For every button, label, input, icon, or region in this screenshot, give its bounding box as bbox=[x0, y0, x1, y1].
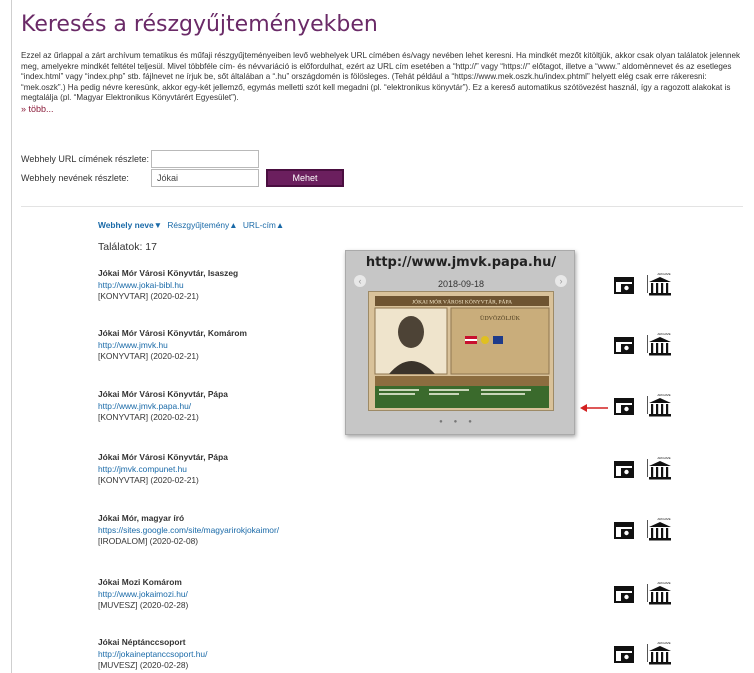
result-actions: ARCHIVE bbox=[614, 392, 674, 418]
archive-building-icon[interactable]: ARCHIVE bbox=[647, 271, 673, 297]
camera-window-icon[interactable] bbox=[614, 277, 634, 294]
preview-thumbnail[interactable]: JÓKAI MÓR VÁROSI KÖNYVTÁR, PÁPA ÜDVÖZÖLJ… bbox=[368, 291, 554, 411]
thumbnail-header-text: JÓKAI MÓR VÁROSI KÖNYVTÁR, PÁPA bbox=[412, 298, 512, 306]
carousel-dots[interactable]: ●●● bbox=[346, 419, 576, 425]
url-search-input[interactable] bbox=[151, 150, 259, 168]
result-item: Jókai Néptánccsoport http://jokaineptancc… bbox=[98, 637, 578, 672]
camera-window-icon[interactable] bbox=[614, 586, 634, 603]
archive-label: ARCHIVE bbox=[657, 456, 670, 460]
result-actions: ARCHIVE bbox=[614, 640, 674, 666]
result-actions: ARCHIVE bbox=[614, 331, 674, 357]
result-name: Jókai Mór, magyar író bbox=[98, 513, 185, 523]
archive-label: ARCHIVE bbox=[657, 393, 670, 397]
divider bbox=[21, 206, 743, 207]
result-url-link[interactable]: http://www.jokaimozi.hu/ bbox=[98, 589, 188, 599]
result-name: Jókai Mór Városi Könyvtár, Pápa bbox=[98, 452, 228, 462]
page-title: Keresés a részgyűjteményekben bbox=[21, 12, 378, 37]
result-item: Jókai Mozi Komárom http://www.jokaimozi.h… bbox=[98, 577, 578, 612]
result-meta: [IRODALOM] (2020-02-08) bbox=[98, 536, 199, 546]
camera-window-icon[interactable] bbox=[614, 398, 634, 415]
result-url-link[interactable]: http://www.jmvk.hu bbox=[98, 340, 168, 350]
result-name: Jókai Mozi Komárom bbox=[98, 577, 182, 587]
result-actions: ARCHIVE bbox=[614, 580, 674, 606]
archive-building-icon[interactable]: ARCHIVE bbox=[647, 516, 673, 542]
sort-bar: Webhely neve▼ Részgyűjtemény▲ URL-cím▲ bbox=[98, 220, 287, 230]
preview-url: http://www.jmvk.papa.hu/ bbox=[365, 255, 557, 270]
result-actions: ARCHIVE bbox=[614, 516, 674, 542]
archive-label: ARCHIVE bbox=[657, 641, 670, 645]
result-url-link[interactable]: http://jmvk.compunet.hu bbox=[98, 464, 187, 474]
result-url-link[interactable]: https://sites.google.com/site/magyarirok… bbox=[98, 525, 279, 535]
archive-label: ARCHIVE bbox=[657, 581, 670, 585]
archive-building-icon[interactable]: ARCHIVE bbox=[647, 640, 673, 666]
sort-by-name[interactable]: Webhely neve▼ bbox=[98, 220, 162, 230]
result-item: Jókai Mór, magyar író https://sites.googl… bbox=[98, 513, 578, 548]
result-url-link[interactable]: http://www.jmvk.papa.hu/ bbox=[98, 401, 191, 411]
camera-window-icon[interactable] bbox=[614, 337, 634, 354]
archive-label: ARCHIVE bbox=[657, 517, 670, 521]
result-meta: [KONYVTAR] (2020-02-21) bbox=[98, 475, 199, 485]
camera-window-icon[interactable] bbox=[614, 461, 634, 478]
next-arrow-icon[interactable]: › bbox=[555, 275, 567, 287]
archive-building-icon[interactable]: ARCHIVE bbox=[647, 331, 673, 357]
result-url-link[interactable]: http://www.jokai-bibl.hu bbox=[98, 280, 184, 290]
archive-building-icon[interactable]: ARCHIVE bbox=[647, 580, 673, 606]
result-actions: ARCHIVE bbox=[614, 271, 674, 297]
sort-by-url[interactable]: URL-cím▲ bbox=[243, 220, 284, 230]
result-url-link[interactable]: http://jokaineptanccsoport.hu/ bbox=[98, 649, 207, 659]
thumbnail-image: JÓKAI MÓR VÁROSI KÖNYVTÁR, PÁPA ÜDVÖZÖLJ… bbox=[369, 292, 553, 410]
result-name: Jókai Néptánccsoport bbox=[98, 637, 186, 647]
sort-by-collection[interactable]: Részgyűjtemény▲ bbox=[167, 220, 237, 230]
url-field-label: Webhely URL címének részlete: bbox=[21, 154, 150, 164]
red-arrow-icon bbox=[580, 404, 608, 412]
preview-date: 2018-09-18 bbox=[437, 279, 485, 289]
name-field-label: Webhely nevének részlete: bbox=[21, 173, 129, 183]
submit-button[interactable]: Mehet bbox=[266, 169, 344, 187]
result-meta: [MUVESZ] (2020-02-28) bbox=[98, 660, 189, 670]
thumbnail-word: ÜDVÖZÖLJÜK bbox=[480, 315, 521, 322]
archive-label: ARCHIVE bbox=[657, 272, 670, 276]
result-meta: [MUVESZ] (2020-02-28) bbox=[98, 600, 189, 610]
result-actions: ARCHIVE bbox=[614, 455, 674, 481]
archive-label: ARCHIVE bbox=[657, 332, 670, 336]
name-search-input[interactable] bbox=[151, 169, 259, 187]
results-count: Találatok: 17 bbox=[98, 241, 157, 253]
more-link[interactable]: » több... bbox=[21, 104, 54, 114]
camera-window-icon[interactable] bbox=[614, 646, 634, 663]
camera-window-icon[interactable] bbox=[614, 522, 634, 539]
intro-text: Ezzel az űrlappal a zárt archívum temati… bbox=[21, 51, 741, 103]
archive-building-icon[interactable]: ARCHIVE bbox=[647, 392, 673, 418]
snapshot-preview-popup: http://www.jmvk.papa.hu/ ‹ 2018-09-18 › … bbox=[345, 250, 575, 435]
result-item: Jókai Mór Városi Könyvtár, Pápa http://jm… bbox=[98, 452, 578, 487]
archive-building-icon[interactable]: ARCHIVE bbox=[647, 455, 673, 481]
